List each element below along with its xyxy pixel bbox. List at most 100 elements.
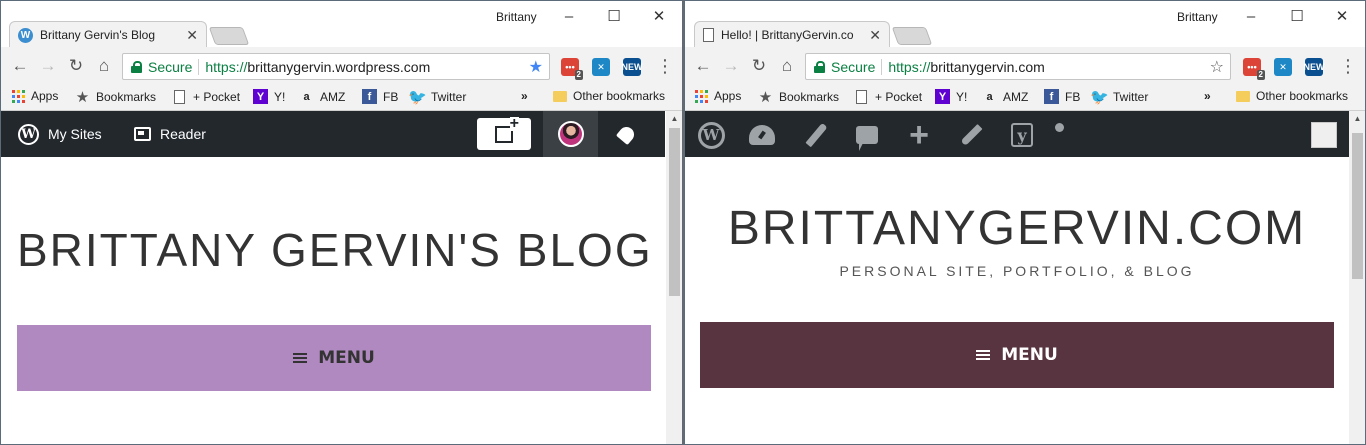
notifications-button[interactable] xyxy=(604,111,648,157)
new-tab-button[interactable] xyxy=(891,27,933,45)
wp-admin-bar: W + y xyxy=(685,111,1349,157)
customize-button[interactable] xyxy=(802,121,830,149)
bookmark-bookmarks[interactable]: ★ Bookmarks xyxy=(758,88,839,106)
reader-button[interactable]: Reader xyxy=(134,111,206,157)
forward-arrow-icon[interactable]: → xyxy=(37,55,59,77)
profile-name[interactable]: Brittany xyxy=(1177,10,1218,24)
url-host: brittanygervin.wordpress.com xyxy=(247,58,431,75)
site-title[interactable]: BRITTANYGERVIN.COM xyxy=(700,201,1334,256)
bookmark-yahoo[interactable]: Y Y! xyxy=(253,89,285,104)
twitter-bird-icon: 🐦 xyxy=(1090,88,1109,106)
my-sites-button[interactable]: W My Sites xyxy=(18,111,102,157)
home-icon[interactable]: ⌂ xyxy=(93,55,115,77)
paintbrush-icon xyxy=(804,122,828,148)
url-host: brittanygervin.com xyxy=(930,58,1045,75)
dashboard-button[interactable] xyxy=(748,121,776,149)
address-bar[interactable]: Secure https://brittanygervin.com ☆ xyxy=(805,53,1231,80)
page-favicon-icon xyxy=(703,28,714,42)
divider xyxy=(198,58,200,75)
address-bar[interactable]: Secure https://brittanygervin.wordpress.… xyxy=(122,53,550,80)
bookmark-star-icon[interactable]: ☆ xyxy=(1210,57,1224,77)
tab-close-icon[interactable]: ✕ xyxy=(869,27,881,44)
back-arrow-icon[interactable]: ← xyxy=(692,55,714,77)
browser-menu-icon[interactable]: ⋮ xyxy=(1339,55,1357,77)
home-icon[interactable]: ⌂ xyxy=(776,55,798,77)
bookmark-twitter[interactable]: 🐦 Twitter xyxy=(1090,88,1148,106)
title-bar: Brittany – ☐ ✕ W Brittany Gervin's Blog … xyxy=(1,1,682,48)
bookmark-yahoo[interactable]: Y Y! xyxy=(935,89,967,104)
close-window-button[interactable]: ✕ xyxy=(639,5,679,27)
page-scrollbar[interactable]: ▲ xyxy=(1349,111,1365,444)
pocket-extension-icon[interactable]: ✕ xyxy=(592,58,610,76)
browser-tab[interactable]: Hello! | BrittanyGervin.co ✕ xyxy=(694,21,890,48)
minimize-button[interactable]: – xyxy=(549,5,589,27)
bookmarks-overflow-button[interactable]: » xyxy=(1204,89,1211,103)
browser-toolbar: ← → ↻ ⌂ Secure https://brittanygervin.co… xyxy=(685,47,1365,85)
url-scheme: https:// xyxy=(888,58,931,75)
other-bookmarks-folder[interactable]: Other bookmarks xyxy=(1236,89,1348,103)
menu-toggle-button[interactable]: MENU xyxy=(17,325,651,391)
bookmark-twitter[interactable]: 🐦 Twitter xyxy=(408,89,467,106)
maximize-button[interactable]: ☐ xyxy=(1277,5,1317,27)
browser-tab[interactable]: W Brittany Gervin's Blog ✕ xyxy=(9,21,207,48)
pocket-extension-icon[interactable]: ✕ xyxy=(1274,58,1292,76)
profile-name[interactable]: Brittany xyxy=(496,10,537,24)
facebook-icon: f xyxy=(362,89,377,104)
new-tab-button[interactable] xyxy=(208,27,250,45)
close-window-button[interactable]: ✕ xyxy=(1322,5,1362,27)
bookmark-pocket[interactable]: + Pocket xyxy=(172,89,240,104)
write-post-button[interactable] xyxy=(477,116,531,150)
page-scrollbar[interactable]: ▲ xyxy=(666,111,682,444)
other-bookmarks-folder[interactable]: Other bookmarks xyxy=(553,89,665,103)
bookmark-apps[interactable]: Apps xyxy=(695,89,741,103)
todoist-extension-icon[interactable]: ••• 2 xyxy=(561,58,583,80)
apps-grid-icon xyxy=(695,89,708,103)
wp-menu-button[interactable]: W xyxy=(697,121,725,149)
todoist-extension-icon[interactable]: ••• 2 xyxy=(1243,58,1265,80)
new-content-button[interactable]: + xyxy=(905,118,933,152)
reload-icon[interactable]: ↻ xyxy=(748,55,770,77)
minimize-button[interactable]: – xyxy=(1231,5,1271,27)
bookmarks-bar: Apps ★ Bookmarks + Pocket Y Y! a AMZ f FB 🐦 T… xyxy=(1,85,682,111)
news-extension-icon[interactable]: NEW xyxy=(622,58,643,76)
profile-button[interactable] xyxy=(543,111,598,157)
bookmark-pocket[interactable]: + Pocket xyxy=(854,89,922,104)
bookmark-facebook[interactable]: f FB xyxy=(1044,89,1080,104)
tab-title: Hello! | BrittanyGervin.co xyxy=(721,28,854,42)
site-title[interactable]: BRITTANY GERVIN'S BLOG xyxy=(17,223,651,277)
hamburger-icon xyxy=(293,353,308,363)
maximize-button[interactable]: ☐ xyxy=(594,5,634,27)
bookmark-label: Twitter xyxy=(431,89,467,104)
news-extension-icon[interactable]: NEW xyxy=(1304,58,1325,76)
bookmark-apps[interactable]: Apps xyxy=(12,89,58,103)
bookmark-star-icon[interactable]: ★ xyxy=(529,57,543,77)
edit-button[interactable] xyxy=(957,121,985,149)
bookmark-facebook[interactable]: f FB xyxy=(362,89,398,104)
bookmarks-overflow-button[interactable]: » xyxy=(521,89,528,103)
bookmark-bookmarks[interactable]: ★ Bookmarks xyxy=(75,88,156,106)
forward-arrow-icon[interactable]: → xyxy=(720,55,742,77)
scroll-thumb[interactable] xyxy=(669,128,680,296)
back-arrow-icon[interactable]: ← xyxy=(9,55,31,77)
seo-status-dot-icon xyxy=(1055,123,1064,132)
bookmark-label: Apps xyxy=(714,89,742,103)
browser-menu-icon[interactable]: ⋮ xyxy=(656,55,674,77)
yoast-seo-button[interactable]: y xyxy=(1008,121,1036,149)
bookmark-label: Other bookmarks xyxy=(1256,89,1349,103)
scroll-up-arrow-icon[interactable]: ▲ xyxy=(1349,111,1365,125)
bookmark-amazon[interactable]: a AMZ xyxy=(982,89,1028,104)
bookmark-amazon[interactable]: a AMZ xyxy=(299,89,345,104)
bookmark-label: FB xyxy=(1065,89,1081,104)
tab-close-icon[interactable]: ✕ xyxy=(186,27,198,44)
bookmark-label: Apps xyxy=(31,89,59,103)
comments-button[interactable] xyxy=(853,121,881,151)
scroll-up-arrow-icon[interactable]: ▲ xyxy=(666,111,682,125)
reload-icon[interactable]: ↻ xyxy=(65,55,87,77)
new-post-icon xyxy=(495,116,519,143)
menu-label: MENU xyxy=(318,348,375,368)
star-icon: ★ xyxy=(758,88,773,106)
star-icon: ★ xyxy=(75,88,90,106)
menu-toggle-button[interactable]: MENU xyxy=(700,322,1334,388)
scroll-thumb[interactable] xyxy=(1352,133,1363,279)
account-avatar[interactable] xyxy=(1311,122,1337,148)
